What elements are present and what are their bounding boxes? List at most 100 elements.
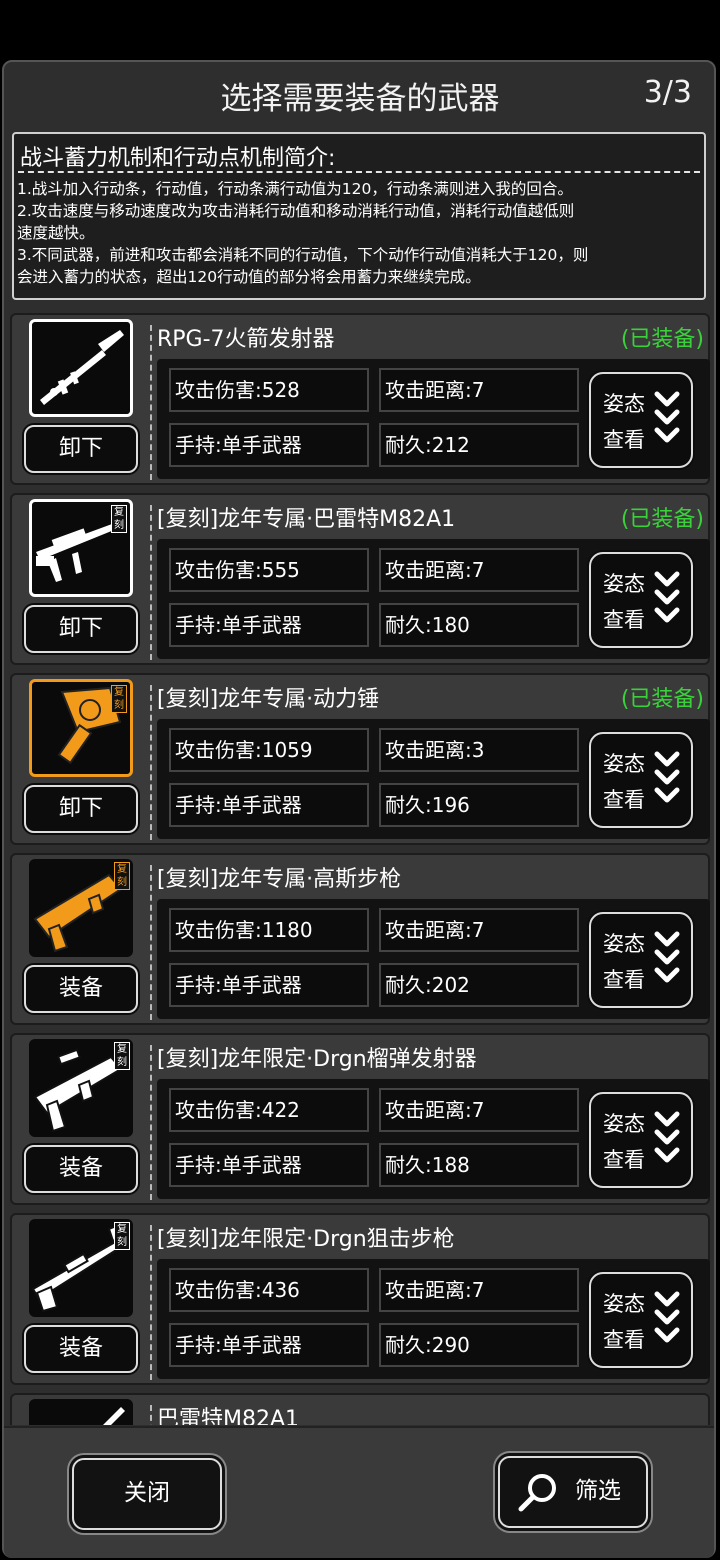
reprint-badge: 复刻 bbox=[111, 685, 127, 713]
pose-label: 姿态 bbox=[603, 1292, 645, 1316]
view-label: 查看 bbox=[603, 968, 645, 992]
weapon-card[interactable]: 复刻 卸下 [复刻]龙年专属·动力锤 (已装备) 攻击伤害:1059 攻击距离:… bbox=[10, 673, 710, 845]
unequip-button[interactable]: 卸下 bbox=[24, 425, 138, 473]
stat-damage: 攻击伤害:422 bbox=[169, 1088, 369, 1132]
intro-line: 3.不同武器，前进和攻击都会消耗不同的行动值，下个动作行动值消耗大于120，则 bbox=[17, 246, 589, 264]
view-label: 查看 bbox=[603, 788, 645, 812]
card-divider bbox=[150, 1225, 152, 1380]
unequip-button[interactable]: 卸下 bbox=[24, 605, 138, 653]
dialog-title: 选择需要装备的武器 bbox=[220, 81, 500, 117]
stat-hold: 手持:单手武器 bbox=[169, 783, 369, 827]
equipped-label: (已装备) bbox=[620, 687, 704, 712]
reprint-badge: 复刻 bbox=[111, 505, 127, 533]
pose-view-button[interactable]: 姿态 查看 bbox=[589, 1272, 693, 1368]
stat-hold: 手持:单手武器 bbox=[169, 963, 369, 1007]
stat-hold: 手持:单手武器 bbox=[169, 603, 369, 647]
gauss-rifle-icon: 复刻 bbox=[29, 859, 133, 957]
weapon-name: [复刻]龙年专属·高斯步枪 bbox=[157, 867, 402, 892]
card-divider bbox=[150, 865, 152, 1020]
weapon-name: [复刻]龙年专属·巴雷特M82A1 bbox=[157, 507, 456, 532]
pose-label: 姿态 bbox=[603, 1112, 645, 1136]
pose-view-button[interactable]: 姿态 查看 bbox=[589, 732, 693, 828]
dragon-sniper-icon: 复刻 bbox=[29, 1219, 133, 1317]
intro-heading: 战斗蓄力机制和行动点机制简介: bbox=[20, 146, 336, 171]
unequip-button[interactable]: 卸下 bbox=[24, 785, 138, 833]
weapon-stats: 攻击伤害:1059 攻击距离:3 手持:单手武器 耐久:196 姿态 查看 bbox=[157, 719, 710, 839]
reprint-badge: 复刻 bbox=[114, 1042, 130, 1070]
view-label: 查看 bbox=[603, 1148, 645, 1172]
weapon-card[interactable]: 复刻 装备 [复刻]龙年限定·Drgn榴弹发射器 攻击伤害:422 攻击距离:7… bbox=[10, 1033, 710, 1205]
intro-divider bbox=[18, 171, 700, 173]
chevron-down-icon bbox=[654, 931, 680, 983]
intro-line: 会进入蓄力的状态，超出120行动值的部分将会用蓄力来继续完成。 bbox=[17, 268, 481, 286]
pose-view-button[interactable]: 姿态 查看 bbox=[589, 552, 693, 648]
weapon-name: 巴雷特M82A1 bbox=[157, 1407, 300, 1425]
grenade-launcher-icon: 复刻 bbox=[29, 1039, 133, 1137]
stat-damage: 攻击伤害:436 bbox=[169, 1268, 369, 1312]
intro-line: 速度越快。 bbox=[17, 224, 95, 242]
chevron-down-icon bbox=[654, 1291, 680, 1343]
chevron-down-icon bbox=[654, 1111, 680, 1163]
stat-durability: 耐久:290 bbox=[379, 1323, 579, 1367]
close-button[interactable]: 关闭 bbox=[72, 1458, 222, 1530]
pose-view-button[interactable]: 姿态 查看 bbox=[589, 912, 693, 1008]
card-divider bbox=[150, 1405, 152, 1425]
equip-button[interactable]: 装备 bbox=[24, 1145, 138, 1193]
filter-label: 筛选 bbox=[575, 1478, 621, 1504]
weapon-name: [复刻]龙年限定·Drgn狙击步枪 bbox=[157, 1227, 455, 1252]
intro-line: 2.攻击速度与移动速度改为攻击消耗行动值和移动消耗行动值，消耗行动值越低则 bbox=[17, 202, 575, 220]
mechanics-intro-box[interactable]: 战斗蓄力机制和行动点机制简介: 1.战斗加入行动条，行动值，行动条满行动值为12… bbox=[12, 132, 706, 300]
pose-label: 姿态 bbox=[603, 932, 645, 956]
stat-damage: 攻击伤害:1180 bbox=[169, 908, 369, 952]
pose-label: 姿态 bbox=[603, 392, 645, 416]
equip-button[interactable]: 装备 bbox=[24, 1325, 138, 1373]
stat-range: 攻击距离:7 bbox=[379, 368, 579, 412]
pose-label: 姿态 bbox=[603, 752, 645, 776]
weapon-card[interactable]: 复刻 装备 [复刻]龙年限定·Drgn狙击步枪 攻击伤害:436 攻击距离:7 … bbox=[10, 1213, 710, 1385]
view-label: 查看 bbox=[603, 1328, 645, 1352]
stat-durability: 耐久:188 bbox=[379, 1143, 579, 1187]
weapon-name: [复刻]龙年专属·动力锤 bbox=[157, 687, 380, 712]
filter-button[interactable]: 筛选 bbox=[498, 1456, 648, 1528]
stat-hold: 手持:单手武器 bbox=[169, 1143, 369, 1187]
sniper-icon: 复刻 bbox=[29, 499, 133, 597]
pose-view-button[interactable]: 姿态 查看 bbox=[589, 372, 693, 468]
intro-line: 1.战斗加入行动条，行动值，行动条满行动值为120，行动条满则进入我的回合。 bbox=[17, 180, 573, 198]
weapon-card[interactable]: 巴雷特M82A1 bbox=[10, 1393, 710, 1425]
weapon-card[interactable]: 复刻 装备 [复刻]龙年专属·高斯步枪 攻击伤害:1180 攻击距离:7 手持:… bbox=[10, 853, 710, 1025]
equipped-label: (已装备) bbox=[620, 327, 704, 352]
card-divider bbox=[150, 685, 152, 840]
weapon-card[interactable]: 复刻 卸下 [复刻]龙年专属·巴雷特M82A1 (已装备) 攻击伤害:555 攻… bbox=[10, 493, 710, 665]
weapon-list[interactable]: 卸下 RPG-7火箭发射器 (已装备) 攻击伤害:528 攻击距离:7 手持:单… bbox=[10, 313, 710, 1425]
weapon-stats: 攻击伤害:555 攻击距离:7 手持:单手武器 耐久:180 姿态 查看 bbox=[157, 539, 710, 659]
hammer-icon: 复刻 bbox=[29, 679, 133, 777]
stat-range: 攻击距离:3 bbox=[379, 728, 579, 772]
chevron-down-icon bbox=[654, 751, 680, 803]
stat-range: 攻击距离:7 bbox=[379, 908, 579, 952]
view-label: 查看 bbox=[603, 428, 645, 452]
pose-view-button[interactable]: 姿态 查看 bbox=[589, 1092, 693, 1188]
chevron-down-icon bbox=[654, 391, 680, 443]
reprint-badge: 复刻 bbox=[114, 862, 130, 890]
view-label: 查看 bbox=[603, 608, 645, 632]
weapon-stats: 攻击伤害:436 攻击距离:7 手持:单手武器 耐久:290 姿态 查看 bbox=[157, 1259, 710, 1379]
intro-text: 1.战斗加入行动条，行动值，行动条满行动值为120，行动条满则进入我的回合。 2… bbox=[17, 178, 698, 288]
pose-label: 姿态 bbox=[603, 572, 645, 596]
stat-durability: 耐久:212 bbox=[379, 423, 579, 467]
barrett-icon bbox=[29, 1399, 133, 1425]
stat-damage: 攻击伤害:555 bbox=[169, 548, 369, 592]
weapon-name: RPG-7火箭发射器 bbox=[157, 327, 335, 352]
equip-button[interactable]: 装备 bbox=[24, 965, 138, 1013]
search-icon bbox=[518, 1474, 556, 1512]
stat-damage: 攻击伤害:1059 bbox=[169, 728, 369, 772]
stat-damage: 攻击伤害:528 bbox=[169, 368, 369, 412]
stat-durability: 耐久:202 bbox=[379, 963, 579, 1007]
weapon-stats: 攻击伤害:422 攻击距离:7 手持:单手武器 耐久:188 姿态 查看 bbox=[157, 1079, 710, 1199]
chevron-down-icon bbox=[654, 571, 680, 623]
equipped-label: (已装备) bbox=[620, 507, 704, 532]
stat-range: 攻击距离:7 bbox=[379, 548, 579, 592]
weapon-stats: 攻击伤害:1180 攻击距离:7 手持:单手武器 耐久:202 姿态 查看 bbox=[157, 899, 710, 1019]
stat-durability: 耐久:180 bbox=[379, 603, 579, 647]
weapon-card[interactable]: 卸下 RPG-7火箭发射器 (已装备) 攻击伤害:528 攻击距离:7 手持:单… bbox=[10, 313, 710, 485]
stat-hold: 手持:单手武器 bbox=[169, 1323, 369, 1367]
